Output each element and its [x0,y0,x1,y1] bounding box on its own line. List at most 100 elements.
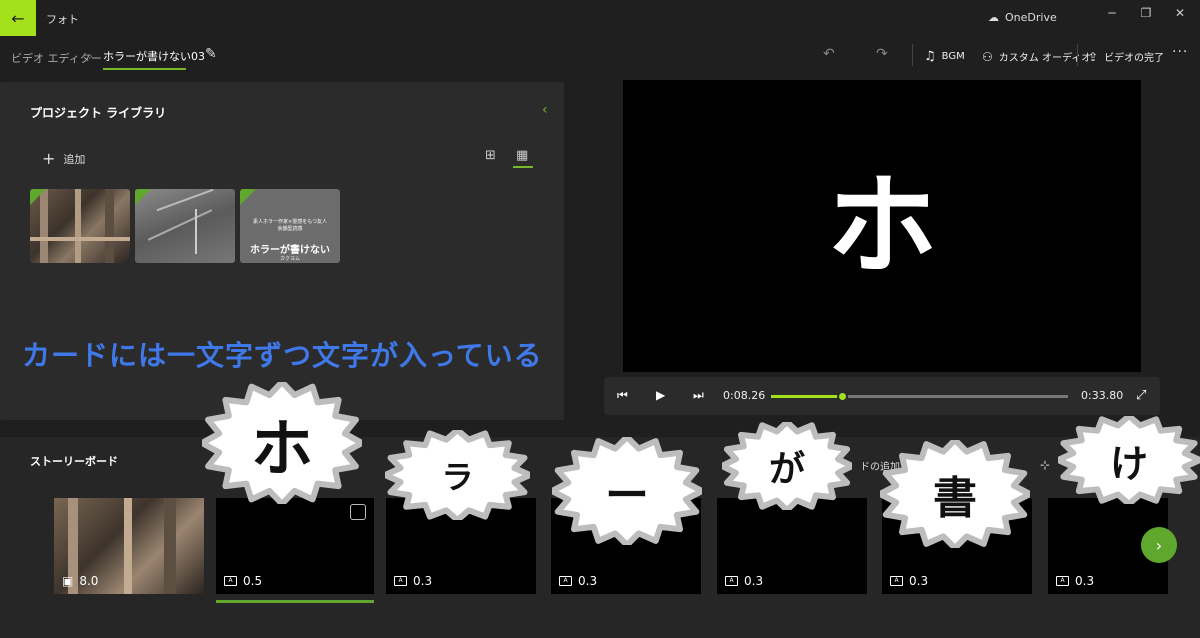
burst-character: け [1109,441,1148,486]
clear-icon[interactable]: ⊹ [1040,458,1050,472]
title-bar: ← フォト ☁ OneDrive ─ ❐ ✕ [0,0,1200,36]
burst-annotation: ラ [385,430,530,520]
onedrive-label: OneDrive [1005,11,1057,24]
back-button[interactable]: ← [0,0,36,36]
burst-annotation: ホ [202,382,362,504]
title-card-icon: A [890,576,903,586]
bgm-button[interactable]: ♫ BGM [924,49,965,64]
toolbar-divider [1077,44,1078,66]
card-duration: A 0.3 [1056,574,1094,588]
previous-frame-icon[interactable]: ⏮ [617,388,628,403]
onedrive-status[interactable]: ☁ OneDrive [988,11,1057,24]
card-duration: ▣ 8.0 [62,574,98,588]
card-duration-value: 0.3 [578,574,598,588]
breadcrumb-separator-icon: › [88,49,93,63]
card-duration: A 0.3 [559,574,597,588]
view-active-underline [513,166,533,168]
burst-character: ラ [441,458,474,496]
breadcrumb-project-name[interactable]: ホラーが書けない03 [103,48,205,64]
burst-character: が [768,449,805,490]
card-duration: A 0.3 [890,574,928,588]
burst-character: ー [605,470,649,521]
storyboard-card[interactable]: ▣ 8.0 [54,498,204,594]
large-thumbnail-view-icon[interactable]: ⊞ [485,148,496,163]
burst-annotation: 書 [880,440,1030,548]
image-icon: ▣ [62,574,74,588]
title-card-sub: カクヨム [279,256,300,262]
current-time: 0:08.26 [723,389,766,402]
restore-button[interactable]: ❐ [1136,6,1156,20]
toolbar-divider [912,44,913,66]
card-duration-value: 0.3 [909,574,929,588]
card-duration-value: 0.3 [413,574,433,588]
cloud-off-icon: ☁ [988,11,999,24]
collapse-library-icon[interactable]: ‹ [542,102,548,118]
video-editor-window: ← フォト ☁ OneDrive ─ ❐ ✕ ビデオ エディター › ホラーが書… [0,0,1200,638]
export-icon: ⇪ [1088,49,1099,64]
added-marker [135,189,151,205]
arrow-left-icon: ← [11,8,25,28]
title-card-icon: A [559,576,572,586]
finish-video-label: ビデオの完了 [1104,53,1165,64]
burst-character: ホ [250,412,313,485]
title-card-title: ホラーが書けない [250,245,330,256]
selected-card-underline [216,600,374,603]
play-icon[interactable]: ▶ [656,388,665,402]
rename-pencil-icon[interactable]: ✎ [205,46,217,62]
burst-character: 書 [933,473,977,524]
plus-icon: + [42,149,56,168]
library-item-title-card[interactable]: 素人ホラー作家×霊感をもつ友人 余韻型読感 ホラーが書けない カクヨム [240,189,340,263]
burst-annotation: け [1058,416,1200,504]
added-marker [30,189,46,205]
title-card-icon: A [725,576,738,586]
library-item-sketch[interactable] [135,189,235,263]
annotation-caption: カードには一文字ずつ文字が入っている [22,339,543,372]
undo-icon[interactable]: ↶ [823,46,835,62]
title-card-icon: A [224,576,237,586]
finish-video-button[interactable]: ⇪ ビデオの完了 [1088,49,1165,65]
minimize-button[interactable]: ─ [1102,6,1122,20]
burst-annotation: ー [552,437,702,545]
add-media-label: 追加 [63,152,86,166]
title-card-icon: A [394,576,407,586]
storyboard-next-button[interactable]: › [1141,527,1177,563]
seek-progress [771,395,844,398]
card-duration: A 0.3 [725,574,763,588]
fullscreen-icon[interactable]: ⤢ [1136,388,1146,403]
added-marker [240,189,256,205]
close-button[interactable]: ✕ [1170,6,1190,20]
more-options-icon[interactable]: ··· [1172,44,1188,60]
add-media-button[interactable]: + 追加 [42,149,85,168]
card-duration: A 0.5 [224,574,262,588]
breadcrumb-active-underline [103,68,186,70]
app-title: フォト [46,13,79,26]
burst-annotation: が [722,422,852,510]
title-card-tagline: 素人ホラー作家×霊感をもつ友人 余韻型読感 [244,219,336,232]
title-card-icon: A [1056,576,1069,586]
card-duration-value: 0.3 [744,574,764,588]
card-duration: A 0.3 [394,574,432,588]
title-card-tagline-1: 素人ホラー作家×霊感をもつ友人 [253,219,327,225]
storyboard-card-selected[interactable]: A 0.5 [216,498,374,594]
project-library-title: プロジェクト ライブラリ [30,106,167,120]
card-select-checkbox[interactable] [350,504,366,520]
music-note-icon: ♫ [924,49,936,64]
bgm-label: BGM [941,51,965,62]
library-item-photo[interactable] [30,189,130,263]
preview-card-text: ホ [827,162,937,290]
video-preview[interactable]: ホ [623,80,1141,372]
storyboard-title: ストーリーボード [30,455,118,468]
next-frame-icon[interactable]: ⏭ [693,388,704,403]
title-card-tagline-2: 余韻型読感 [277,225,303,232]
card-duration-value: 8.0 [79,574,99,588]
storyboard-card[interactable]: A 0.3 [717,498,867,594]
custom-audio-icon: ⚇ [982,49,993,64]
editor-toolbar: ビデオ エディター › ホラーが書けない03 ✎ ↶ ↷ ♫ BGM ⚇ カスタ… [0,36,1200,78]
small-thumbnail-view-icon[interactable]: ▦ [516,148,528,163]
card-duration-value: 0.5 [243,574,263,588]
chevron-right-icon: › [1155,535,1163,555]
redo-icon[interactable]: ↷ [876,46,888,62]
card-duration-value: 0.3 [1075,574,1095,588]
custom-audio-button[interactable]: ⚇ カスタム オーディオ [982,49,1091,65]
total-time: 0:33.80 [1081,389,1124,402]
